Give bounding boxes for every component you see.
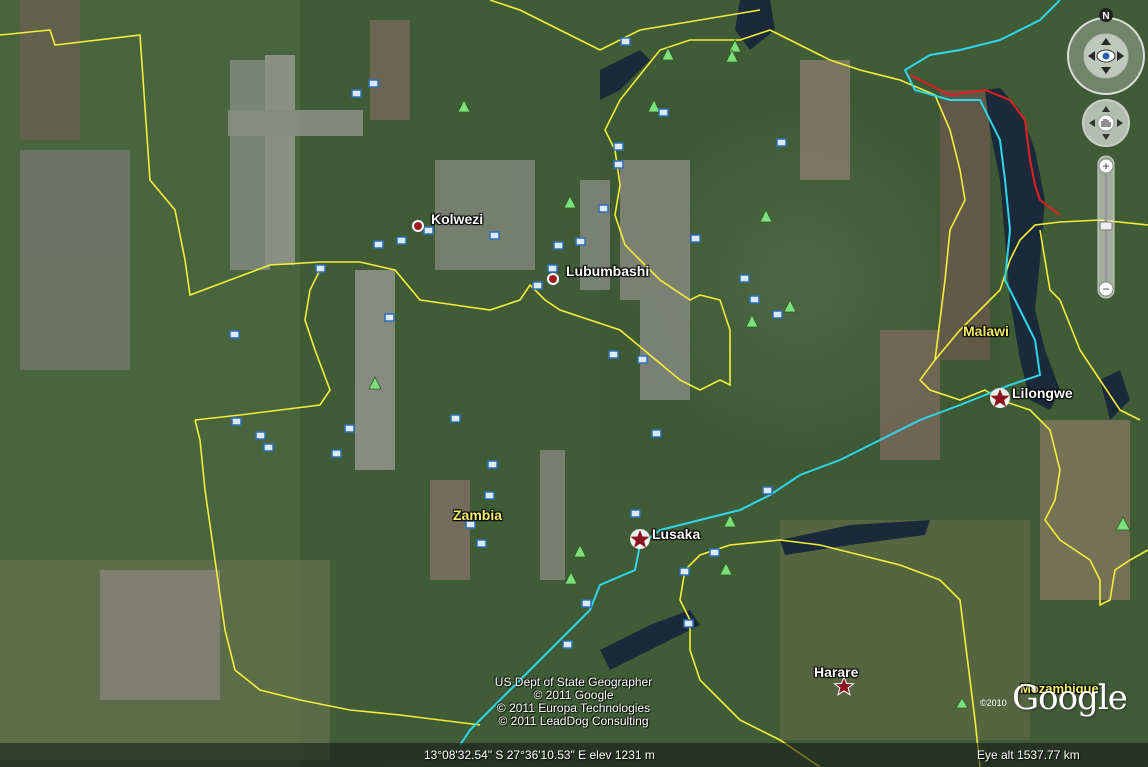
look-control[interactable] xyxy=(1067,17,1145,95)
city-label-lusaka[interactable]: Lusaka xyxy=(652,526,700,542)
coordinate-readout: 13°08'32.54" S 27°36'10.53" E elev 1231 … xyxy=(424,748,655,762)
zoom-out-button: − xyxy=(1102,282,1109,296)
city-dot-lubumbashi[interactable] xyxy=(547,273,559,285)
logo-copyright: ©2010 xyxy=(980,698,1007,708)
capital-star-lilongwe[interactable] xyxy=(990,388,1010,408)
north-label: N xyxy=(1102,11,1109,22)
country-label-zambia: Zambia xyxy=(453,507,503,523)
city-label-kolwezi[interactable]: Kolwezi xyxy=(431,211,483,227)
city-label-lilongwe[interactable]: Lilongwe xyxy=(1012,385,1073,401)
satellite-map[interactable] xyxy=(0,0,1148,767)
country-label-malawi: Malawi xyxy=(963,323,1009,339)
pan-control[interactable] xyxy=(1082,99,1130,147)
navigation-controls: N + − xyxy=(1067,8,1145,299)
zoom-slider[interactable]: + − xyxy=(1097,155,1115,299)
city-label-lubumbashi[interactable]: Lubumbashi xyxy=(566,263,649,279)
city-label-harare[interactable]: Harare xyxy=(814,664,858,680)
zoom-handle xyxy=(1099,221,1113,231)
attribution: US Dept of State Geographer © 2011 Googl… xyxy=(476,676,671,728)
attribution-line: © 2011 LeadDog Consulting xyxy=(498,714,649,728)
zoom-in-button: + xyxy=(1102,159,1109,173)
capital-star-lusaka[interactable] xyxy=(630,529,650,549)
north-indicator[interactable]: N xyxy=(1099,8,1113,22)
city-dot-kolwezi[interactable] xyxy=(412,220,424,232)
google-logo: Google xyxy=(1012,678,1128,718)
eye-altitude-readout: Eye alt 1537.77 km xyxy=(977,748,1080,762)
